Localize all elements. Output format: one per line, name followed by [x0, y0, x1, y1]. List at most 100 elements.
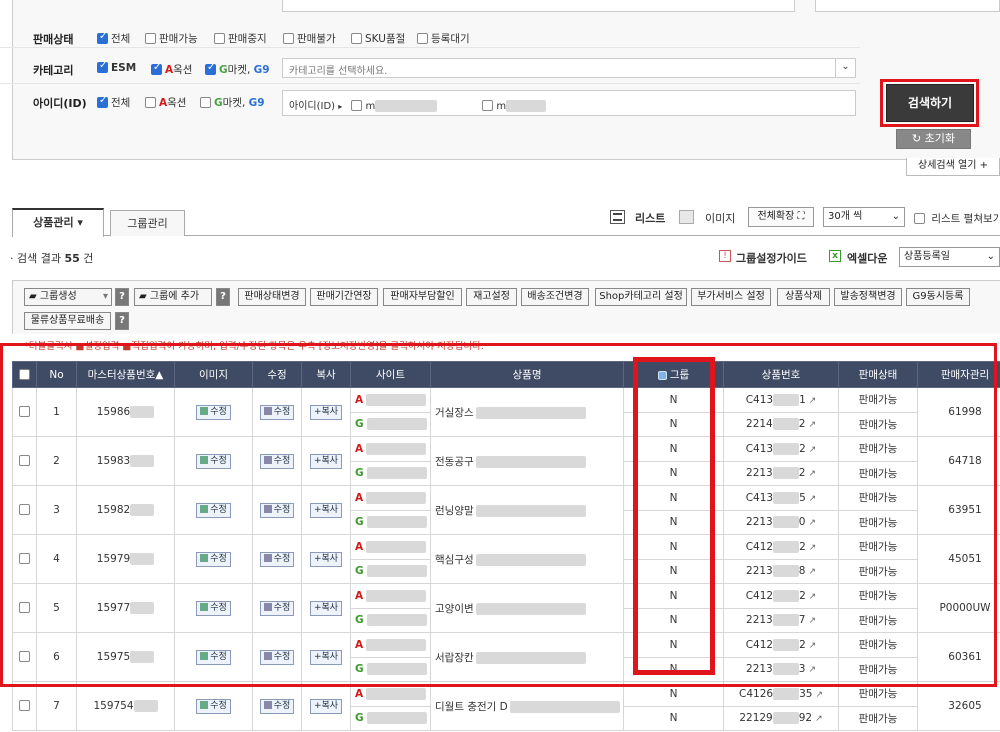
checkbox-icon[interactable] [200, 97, 211, 108]
group-guide-link[interactable]: 그룹설정가이드 [736, 250, 807, 266]
external-link-icon[interactable]: ↗ [815, 714, 823, 724]
image-view-icon[interactable] [679, 210, 694, 224]
guide-icon: ! [719, 250, 731, 262]
redacted-number [133, 700, 158, 712]
sort-select[interactable]: 상품등록일 ⌄ [899, 247, 1000, 267]
seller-code: 32605 [917, 681, 1000, 731]
checkbox-icon[interactable] [214, 33, 225, 44]
sales-status-label: 판매상태 [33, 33, 74, 46]
copy-button[interactable]: +복사 [309, 698, 343, 714]
expand-all-button[interactable]: 전체확장 ⛶ [748, 207, 814, 227]
category-select[interactable]: 카테고리를 선택하세요. ⌄ [282, 58, 856, 78]
product-no-gmarket[interactable]: 22129 92 ↗ [723, 705, 839, 731]
document-icon [263, 700, 272, 709]
checkbox-icon[interactable] [283, 33, 294, 44]
tab-product-management[interactable]: 상품관리 ▾ [12, 208, 104, 237]
redacted-id [366, 712, 427, 725]
redacted-id [506, 100, 547, 112]
row-image-edit[interactable]: 수정 [174, 681, 253, 731]
image-edit-button[interactable]: 수정 [196, 698, 231, 714]
per-page-select[interactable]: 30개 씩 ⌄ [823, 207, 905, 227]
highlight-search-button [880, 79, 979, 127]
redacted-id [366, 687, 427, 700]
toolbar-sales-status-change[interactable]: 판매상태변경 [238, 288, 306, 306]
checkbox-icon[interactable] [351, 100, 363, 111]
checkbox-icon[interactable] [97, 60, 108, 73]
list-spread-toggle[interactable]: 리스트 펼쳐보기 [914, 211, 1000, 226]
toolbar-seller-discount[interactable]: 판매자부담할인 [383, 288, 462, 306]
toolbar-dispatch-policy[interactable]: 발송정책변경 [834, 288, 902, 306]
sales-status-sku-soldout[interactable]: SKU품절 [351, 31, 405, 46]
id-auction[interactable]: A옥션 [145, 95, 186, 110]
sales-status-stopped[interactable]: 판매중지 [214, 31, 267, 46]
redacted-number [773, 687, 800, 700]
toolbar-sales-period-extend[interactable]: 판매기간연장 [310, 288, 378, 306]
id-all[interactable]: 전체 [97, 95, 130, 110]
toolbar-stock-settings[interactable]: 재고설정 [466, 288, 517, 306]
row-checkbox[interactable] [12, 681, 37, 731]
chevron-down-icon[interactable]: ⌄ [835, 58, 855, 78]
checkbox-icon[interactable] [914, 213, 925, 224]
toolbar-g9-register[interactable]: G9동시등록 [906, 288, 970, 306]
reset-button[interactable]: ↻ 초기화 [896, 129, 971, 149]
category-auction[interactable]: A옥션 [151, 62, 192, 77]
category-esm[interactable]: ESM [97, 60, 136, 74]
top-field-stub [282, 0, 795, 12]
checkbox-icon[interactable] [145, 33, 156, 44]
checkbox-icon[interactable] [417, 33, 428, 44]
result-count: · 검색 결과 55 건 [10, 252, 94, 265]
row-master-no: 159754 [76, 681, 175, 731]
highlight-group-column [633, 357, 715, 675]
excel-download-link[interactable]: 엑셀다운 [847, 250, 887, 266]
expand-icon: ⛶ [797, 211, 805, 222]
id-label: 아이디(ID) [33, 97, 87, 110]
edit-button[interactable]: 수정 [259, 698, 295, 714]
site-gmarket: G [350, 705, 431, 731]
excel-icon: x [829, 250, 841, 262]
redacted-id [375, 100, 438, 112]
sales-status-all[interactable]: 전체 [97, 31, 130, 46]
toolbar-logistics-free-shipping[interactable]: 물류상품무료배송 [24, 312, 111, 330]
reset-icon: ↻ [911, 132, 922, 145]
checkbox-icon[interactable] [145, 97, 156, 108]
checkbox-icon[interactable] [482, 100, 494, 111]
list-view-label[interactable]: 리스트 [635, 210, 665, 226]
caret-right-icon: ▸ [338, 102, 343, 111]
checkbox-icon[interactable] [205, 62, 216, 75]
sales-status-available[interactable]: 판매가능 [145, 31, 198, 46]
toolbar-shipping-change[interactable]: 배송조건변경 [521, 288, 589, 306]
redacted-name [509, 700, 620, 713]
id-select-box: 아이디(ID) ▸ m m [282, 90, 856, 116]
product-name[interactable]: 디월트 충전기 D [430, 681, 624, 731]
image-view-label[interactable]: 이미지 [705, 210, 735, 226]
group-create-button[interactable]: ▰ 그룹생성 ▾ [24, 288, 112, 306]
checkbox-icon[interactable] [351, 33, 362, 44]
help-icon[interactable]: ? [115, 288, 129, 306]
add-to-group-button[interactable]: ▰ 그룹에 추가 [134, 288, 212, 306]
category-gmarket[interactable]: G마켓, G9 [205, 62, 270, 77]
toolbar-extra-services[interactable]: 부가서비스 설정 [691, 288, 771, 306]
sales-status-unavailable[interactable]: 판매불가 [283, 31, 336, 46]
chevron-down-icon: ⌄ [986, 251, 995, 262]
detail-search-toggle[interactable]: 상세검색 열기 + [906, 158, 1000, 176]
chevron-down-icon: ▾ [102, 291, 108, 302]
folder-icon: ▰ [29, 291, 37, 302]
id-gmarket[interactable]: G마켓, G9 [200, 95, 265, 110]
list-view-icon[interactable] [610, 210, 625, 224]
redacted-number [772, 712, 799, 725]
external-link-icon[interactable]: ↗ [815, 690, 823, 700]
checkbox-icon[interactable] [19, 700, 30, 711]
help-icon[interactable]: ? [115, 312, 129, 330]
help-icon[interactable]: ? [216, 288, 230, 306]
top-field-stub-right [815, 0, 1000, 12]
checkbox-icon[interactable] [151, 62, 162, 75]
toolbar-shop-category[interactable]: Shop카테고리 설정 [595, 288, 687, 306]
row-edit[interactable]: 수정 [252, 681, 302, 731]
toolbar-delete-product[interactable]: 상품삭제 [777, 288, 830, 306]
row-copy[interactable]: +복사 [301, 681, 351, 731]
checkbox-icon[interactable] [97, 95, 108, 108]
sales-status-value: 판매가능 [838, 705, 918, 731]
checkbox-icon[interactable] [97, 31, 108, 44]
tab-group-management[interactable]: 그룹관리 [110, 210, 185, 236]
sales-status-pending[interactable]: 등록대기 [417, 31, 470, 46]
